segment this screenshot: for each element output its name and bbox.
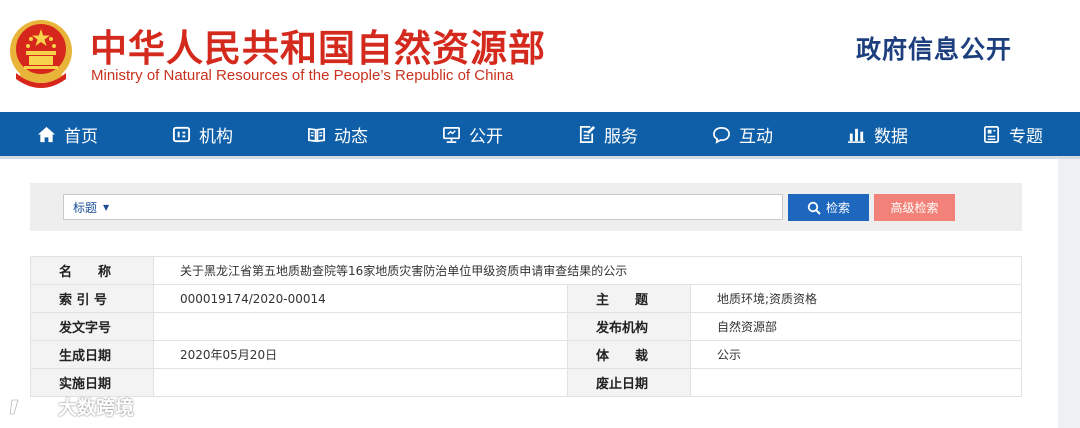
nav-item-institution[interactable]: 机构 bbox=[135, 112, 270, 156]
search-button[interactable]: 检索 bbox=[788, 194, 869, 221]
watermark: 大数跨境 bbox=[8, 393, 134, 420]
site-header: 中华人民共和国自然资源部 Ministry of Natural Resourc… bbox=[0, 0, 1080, 112]
search-icon bbox=[807, 201, 821, 215]
date-label: 生成日期 bbox=[30, 340, 154, 369]
nav-item-topic[interactable]: 专题 bbox=[945, 112, 1080, 156]
chat-icon bbox=[713, 126, 730, 144]
nav-item-label: 服务 bbox=[604, 126, 638, 147]
watermark-logo-icon bbox=[9, 397, 48, 414]
advanced-search-label: 高级检索 bbox=[890, 201, 939, 215]
date-value: 2020年05月20日 bbox=[153, 340, 568, 369]
nav-item-label: 专题 bbox=[1009, 126, 1043, 147]
nav-item-data[interactable]: 数据 bbox=[810, 112, 945, 156]
site-title-en: Ministry of Natural Resources of the Peo… bbox=[91, 67, 514, 84]
table-row: 实施日期 废止日期 bbox=[30, 368, 1022, 397]
scrollbar-track[interactable] bbox=[1058, 159, 1080, 428]
main-nav: 首页 机构 动态 公开 服务 互动 数据 专题 bbox=[0, 112, 1080, 156]
news-icon bbox=[308, 127, 325, 142]
service-icon bbox=[579, 125, 596, 143]
search-button-label: 检索 bbox=[825, 201, 850, 215]
genre-label: 体 裁 bbox=[567, 340, 691, 369]
search-bar: 标题 ▼ 检索 高级检索 bbox=[30, 183, 1022, 231]
table-row: 索 引 号 000019174/2020-00014 主 题 地质环境;资质资格 bbox=[30, 284, 1022, 313]
subject-value: 地质环境;资质资格 bbox=[690, 284, 1022, 313]
search-input[interactable]: 标题 ▼ bbox=[63, 194, 783, 220]
table-row: 名 称 关于黑龙江省第五地质勘查院等16家地质灾害防治单位甲级资质申请审查结果的… bbox=[30, 256, 1022, 285]
national-emblem-icon bbox=[10, 20, 72, 88]
home-icon bbox=[37, 126, 56, 142]
document-info-table: 名 称 关于黑龙江省第五地质勘查院等16家地质灾害防治单位甲级资质申请审查结果的… bbox=[30, 256, 1022, 397]
nav-item-home[interactable]: 首页 bbox=[0, 112, 135, 156]
topic-icon bbox=[983, 125, 1000, 143]
nav-item-news[interactable]: 动态 bbox=[270, 112, 405, 156]
nav-item-disclosure[interactable]: 公开 bbox=[405, 112, 540, 156]
nav-item-label: 数据 bbox=[874, 126, 908, 147]
content-panel: 标题 ▼ 检索 高级检索 名 称 关于黑龙江省第五地质勘查院等16家地质灾害防治… bbox=[0, 159, 1058, 428]
caret-down-icon: ▼ bbox=[103, 202, 110, 212]
nav-item-label: 首页 bbox=[64, 126, 98, 147]
genre-value: 公示 bbox=[690, 340, 1022, 369]
doc-number-value bbox=[153, 312, 568, 341]
nav-item-service[interactable]: 服务 bbox=[540, 112, 675, 156]
section-title[interactable]: 政府信息公开 bbox=[856, 30, 1012, 66]
subject-label: 主 题 bbox=[567, 284, 691, 313]
institution-icon bbox=[172, 126, 191, 142]
publisher-value: 自然资源部 bbox=[690, 312, 1022, 341]
expiry-date-label: 废止日期 bbox=[567, 368, 691, 397]
nav-item-label: 互动 bbox=[739, 126, 773, 147]
nav-item-label: 机构 bbox=[199, 126, 233, 147]
index-value: 000019174/2020-00014 bbox=[153, 284, 568, 313]
advanced-search-button[interactable]: 高级检索 bbox=[874, 194, 955, 221]
search-type-select[interactable]: 标题 ▼ bbox=[73, 199, 109, 216]
effective-date-value bbox=[153, 368, 568, 397]
name-value: 关于黑龙江省第五地质勘查院等16家地质灾害防治单位甲级资质申请审查结果的公示 bbox=[153, 256, 1022, 285]
doc-number-label: 发文字号 bbox=[30, 312, 154, 341]
site-title-cn: 中华人民共和国自然资源部 bbox=[90, 27, 546, 70]
chart-icon bbox=[847, 128, 866, 143]
name-label: 名 称 bbox=[30, 256, 154, 285]
table-row: 生成日期 2020年05月20日 体 裁 公示 bbox=[30, 340, 1022, 369]
nav-item-label: 公开 bbox=[469, 126, 503, 147]
index-label: 索 引 号 bbox=[30, 284, 154, 313]
table-row: 发文字号 发布机构 自然资源部 bbox=[30, 312, 1022, 341]
search-type-label: 标题 bbox=[73, 200, 98, 215]
nav-item-interaction[interactable]: 互动 bbox=[675, 112, 810, 156]
publisher-label: 发布机构 bbox=[567, 312, 691, 341]
disclosure-icon bbox=[443, 126, 460, 143]
expiry-date-value bbox=[690, 368, 1022, 397]
nav-item-label: 动态 bbox=[334, 126, 368, 147]
watermark-text: 大数跨境 bbox=[58, 397, 135, 419]
